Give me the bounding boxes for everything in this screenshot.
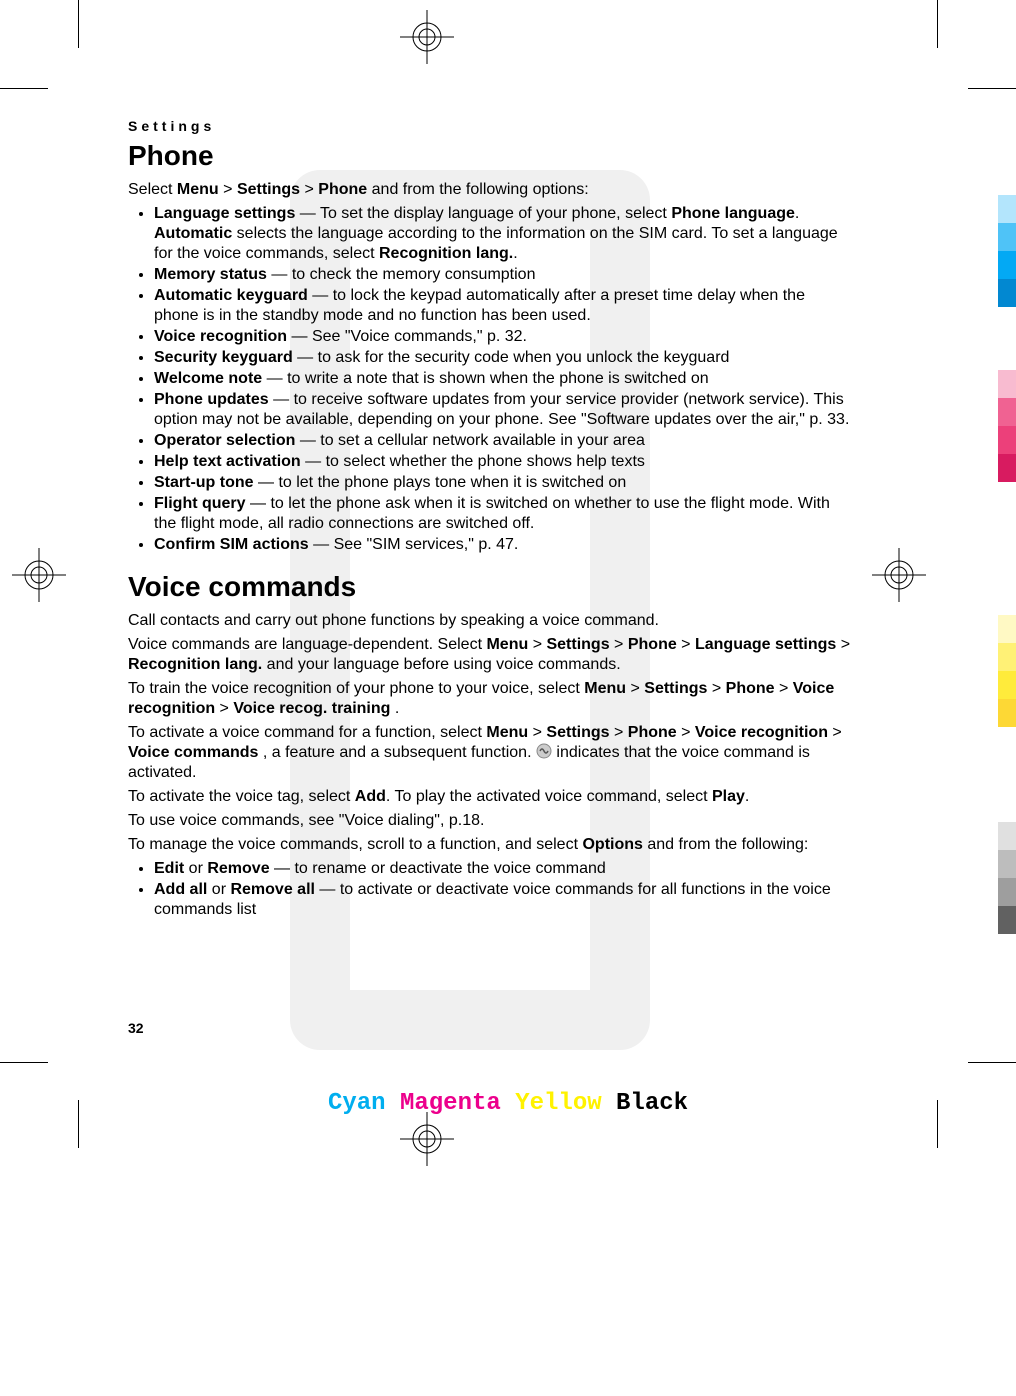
registration-mark-icon [400, 10, 454, 64]
list-item: Language settings — To set the display l… [154, 204, 852, 264]
footer-cyan: Cyan [328, 1090, 386, 1117]
voice-p4: To activate a voice command for a functi… [128, 723, 852, 783]
list-item: Memory status — to check the memory cons… [154, 265, 852, 285]
list-item: Phone updates — to receive software upda… [154, 390, 852, 430]
registration-mark-icon [12, 548, 66, 602]
list-item: Confirm SIM actions — See "SIM services,… [154, 535, 852, 555]
registration-mark-icon [872, 548, 926, 602]
crop-mark [968, 1062, 1016, 1063]
list-item: Welcome note — to write a note that is s… [154, 369, 852, 389]
crop-mark [0, 1062, 48, 1063]
list-item: Add all or Remove all — to activate or d… [154, 880, 852, 920]
color-bar [998, 615, 1016, 727]
list-item: Flight query — to let the phone ask when… [154, 494, 852, 534]
list-item: Start-up tone — to let the phone plays t… [154, 473, 852, 493]
voice-p2: Voice commands are language-dependent. S… [128, 635, 852, 675]
voice-p1: Call contacts and carry out phone functi… [128, 611, 852, 631]
crop-mark [968, 88, 1016, 89]
section-title-voice-commands: Voice commands [128, 571, 852, 603]
crop-mark [78, 0, 79, 48]
list-item: Security keyguard — to ask for the secur… [154, 348, 852, 368]
list-item: Edit or Remove — to rename or deactivate… [154, 859, 852, 879]
phone-intro: Select Menu > Settings > Phone and from … [128, 180, 852, 200]
color-bar [998, 370, 1016, 482]
voice-p7: To manage the voice commands, scroll to … [128, 835, 852, 855]
page-content: Settings Phone Select Menu > Settings > … [128, 118, 852, 930]
crop-mark [0, 88, 48, 89]
list-item: Help text activation — to select whether… [154, 452, 852, 472]
color-bar [998, 822, 1016, 934]
voice-p6: To use voice commands, see "Voice dialin… [128, 811, 852, 831]
list-item: Automatic keyguard — to lock the keypad … [154, 286, 852, 326]
voice-p3: To train the voice recognition of your p… [128, 679, 852, 719]
footer-yellow: Yellow [515, 1090, 601, 1117]
voice-p5: To activate the voice tag, select Add. T… [128, 787, 852, 807]
footer-magenta: Magenta [400, 1090, 501, 1117]
color-names-footer: Cyan Magenta Yellow Black [0, 1090, 1016, 1117]
list-item: Operator selection — to set a cellular n… [154, 431, 852, 451]
crop-mark [937, 0, 938, 48]
list-item: Voice recognition — See "Voice commands,… [154, 327, 852, 347]
voice-options-list: Edit or Remove — to rename or deactivate… [128, 859, 852, 920]
footer-black: Black [616, 1090, 688, 1117]
page-number: 32 [128, 1020, 144, 1036]
section-title-phone: Phone [128, 140, 852, 172]
color-bar [998, 195, 1016, 307]
phone-options-list: Language settings — To set the display l… [128, 204, 852, 555]
voice-tag-icon [536, 743, 552, 759]
running-head: Settings [128, 118, 852, 134]
registration-mark-icon [400, 1112, 454, 1166]
